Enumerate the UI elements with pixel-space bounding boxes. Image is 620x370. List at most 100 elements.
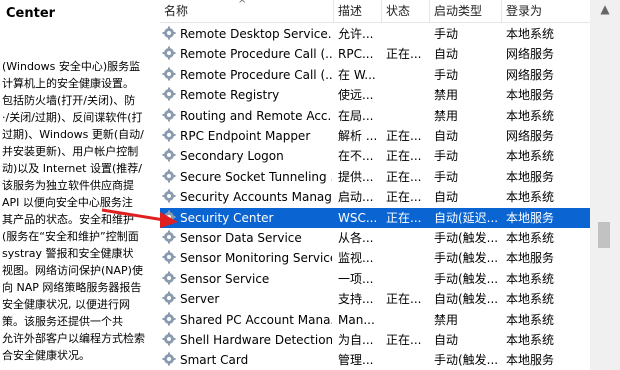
service-status-cell bbox=[386, 24, 426, 44]
service-gear-icon bbox=[162, 312, 176, 326]
service-gear-icon bbox=[162, 332, 176, 346]
service-status-cell: 正在... bbox=[386, 149, 422, 164]
service-gear-icon bbox=[162, 230, 176, 244]
service-name: Smart Card bbox=[180, 353, 249, 368]
service-status-cell bbox=[386, 248, 426, 268]
service-login-cell: 本地系统 bbox=[506, 271, 555, 286]
table-row[interactable]: Remote Procedure Call (... RPC... 正在... 自动 网… bbox=[160, 44, 590, 64]
service-status-cell: 正在... bbox=[386, 190, 422, 205]
service-login-cell: 本地服务 bbox=[506, 210, 555, 225]
service-title: Center bbox=[6, 6, 56, 21]
scrollbar-thumb[interactable] bbox=[598, 222, 610, 248]
table-row[interactable]: Security Center WSC... 正在... 自动(延迟... 本地服务 bbox=[160, 207, 590, 228]
service-description-cell: 从各... bbox=[338, 231, 374, 245]
table-row[interactable]: Secure Socket Tunneling ... 提供... 正在... 手动 本… bbox=[160, 167, 590, 187]
service-status-cell bbox=[386, 65, 426, 85]
service-gear-icon bbox=[162, 67, 176, 81]
service-name: Server bbox=[180, 292, 220, 307]
service-status-cell bbox=[386, 85, 426, 105]
service-startup-cell: 手动(触发... bbox=[434, 353, 499, 368]
service-startup-cell: 手动(触发... bbox=[434, 251, 499, 266]
service-startup-cell: 手动 bbox=[434, 67, 459, 82]
column-header-login[interactable]: 登录为 bbox=[502, 0, 590, 22]
annotation-arrow-icon bbox=[101, 208, 178, 228]
service-gear-icon bbox=[162, 148, 176, 162]
service-status-cell: 正在... bbox=[386, 129, 422, 143]
column-name-label: 名称 bbox=[164, 4, 189, 18]
table-row[interactable]: Sensor Service 一项... 手动(触发... 本地系统 bbox=[160, 269, 590, 289]
service-status-cell: 正在... bbox=[386, 210, 422, 225]
service-startup-cell: 手动 bbox=[434, 27, 459, 41]
service-login-cell: 本地系统 bbox=[506, 333, 555, 347]
service-name: Secure Socket Tunneling ... bbox=[180, 169, 332, 184]
column-header-name[interactable]: 名称 ^ bbox=[160, 0, 334, 22]
service-gear-icon bbox=[162, 46, 176, 60]
scroll-up-icon[interactable]: ▲ bbox=[590, 2, 620, 16]
service-name-cell: Secure Socket Tunneling ... bbox=[162, 167, 332, 187]
service-gear-icon bbox=[162, 352, 176, 366]
service-description-cell: WSC... bbox=[338, 210, 378, 225]
service-status-cell bbox=[386, 269, 426, 289]
service-name-cell: Shell Hardware Detection bbox=[162, 330, 332, 350]
service-login-cell: 网络服务 bbox=[506, 129, 555, 143]
service-startup-cell: 自动 bbox=[434, 333, 459, 347]
column-header-bar: 名称 ^ 描述 状态 启动类型 登录为 bbox=[160, 0, 590, 23]
table-row[interactable]: Smart Card 管理... 手动(触发... 本地服务 bbox=[160, 350, 590, 370]
service-description-cell: 使远... bbox=[338, 88, 374, 103]
service-login-cell: 本地系统 bbox=[506, 231, 555, 245]
table-row[interactable]: Shared PC Account Mana... Man... 禁用 本地系统 bbox=[160, 310, 590, 330]
service-description-cell: 允许... bbox=[338, 27, 374, 41]
service-login-cell: 本地系统 bbox=[506, 312, 555, 327]
table-row[interactable]: Sensor Data Service 从各... 手动(触发... 本地系统 bbox=[160, 228, 590, 248]
service-name: Routing and Remote Acc... bbox=[180, 108, 332, 123]
service-status-cell: 正在... bbox=[386, 47, 422, 62]
table-row[interactable]: Secondary Logon 在不... 正在... 手动 本地系统 bbox=[160, 146, 590, 166]
service-name-cell: Remote Procedure Call (... bbox=[162, 44, 332, 64]
service-login-cell: 本地服务 bbox=[506, 353, 555, 368]
service-name-cell: Sensor Data Service bbox=[162, 228, 332, 248]
service-name-cell: Shared PC Account Mana... bbox=[162, 310, 332, 330]
service-description-cell: 支持... bbox=[338, 292, 374, 307]
column-header-desc[interactable]: 描述 bbox=[334, 0, 382, 22]
service-name-cell: Security Accounts Manag... bbox=[162, 187, 332, 207]
service-name: Security Accounts Manag... bbox=[180, 190, 332, 205]
table-row[interactable]: Server 支持... 正在... 自动(触发... 本地系统 bbox=[160, 289, 590, 309]
service-status-cell bbox=[386, 350, 426, 370]
service-name-cell: Security Center bbox=[162, 208, 332, 228]
service-status-cell: 正在... bbox=[386, 333, 422, 347]
service-name: Secondary Logon bbox=[180, 149, 284, 164]
service-startup-cell: 自动 bbox=[434, 47, 459, 62]
column-header-status[interactable]: 状态 bbox=[382, 0, 430, 22]
service-startup-cell: 自动 bbox=[434, 129, 459, 143]
service-name: Shell Hardware Detection bbox=[180, 333, 332, 347]
service-gear-icon bbox=[162, 250, 176, 264]
table-row[interactable]: Routing and Remote Acc... 在局... 禁用 本地系统 bbox=[160, 106, 590, 126]
service-description-cell: 管理... bbox=[338, 353, 374, 368]
service-login-cell: 本地服务 bbox=[506, 169, 555, 184]
table-row[interactable]: Remote Procedure Call (... 在 W... 手动 网络服务 bbox=[160, 65, 590, 85]
service-name: Remote Procedure Call (... bbox=[180, 47, 332, 62]
table-row[interactable]: Shell Hardware Detection 为自... 正在... 自动 本地系统 bbox=[160, 330, 590, 350]
service-description-cell: RPC... bbox=[338, 47, 374, 62]
service-status-cell: 正在... bbox=[386, 292, 422, 307]
service-gear-icon bbox=[162, 291, 176, 305]
column-header-startup[interactable]: 启动类型 bbox=[430, 0, 502, 22]
service-login-cell: 本地服务 bbox=[506, 88, 555, 103]
service-name: RPC Endpoint Mapper bbox=[180, 129, 311, 143]
table-row[interactable]: RPC Endpoint Mapper 解析 ... 正在... 自动 网络服务 bbox=[160, 126, 590, 146]
table-row[interactable]: Remote Desktop Service... 允许... 手动 本地系统 bbox=[160, 24, 590, 44]
service-name-cell: Sensor Service bbox=[162, 269, 332, 289]
table-row[interactable]: Sensor Monitoring Service 监视... 手动(触发... 本地… bbox=[160, 248, 590, 268]
service-description-cell: 解析 ... bbox=[338, 129, 378, 143]
service-gear-icon bbox=[162, 169, 176, 183]
service-login-cell: 本地系统 bbox=[506, 108, 555, 123]
vertical-scrollbar[interactable]: ▲ bbox=[590, 0, 620, 370]
service-startup-cell: 手动(触发... bbox=[434, 231, 499, 245]
service-name: Security Center bbox=[180, 210, 274, 225]
service-startup-cell: 手动(触发... bbox=[434, 271, 499, 286]
service-description-cell: 提供... bbox=[338, 169, 374, 184]
table-row[interactable]: Remote Registry 使远... 禁用 本地服务 bbox=[160, 85, 590, 105]
service-login-cell: 网络服务 bbox=[506, 67, 555, 82]
table-row[interactable]: Security Accounts Manag... 启动... 正在... 自动 本地… bbox=[160, 187, 590, 207]
service-startup-cell: 禁用 bbox=[434, 88, 459, 103]
